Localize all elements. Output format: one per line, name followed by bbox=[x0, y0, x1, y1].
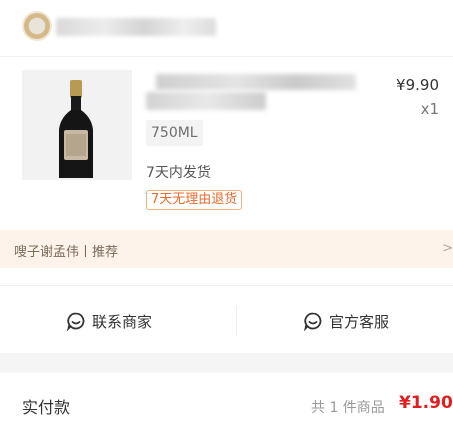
chevron-right-icon: > bbox=[442, 241, 453, 256]
chat-bubble-icon bbox=[304, 312, 322, 331]
product-title-line bbox=[146, 92, 266, 110]
divider bbox=[0, 285, 453, 286]
section-gap bbox=[0, 353, 453, 373]
spacer bbox=[0, 268, 453, 286]
item-count: 共 1 件商品 bbox=[311, 400, 385, 416]
product-title-blurred[interactable] bbox=[146, 70, 358, 112]
contact-row: 联系商家 官方客服 bbox=[0, 290, 453, 352]
chat-bubble-icon bbox=[67, 312, 85, 331]
official-service-button[interactable]: 官方客服 bbox=[303, 304, 389, 338]
payment-label: 实付款 bbox=[22, 398, 71, 417]
recommend-text: 嗖子谢孟伟丨推荐 bbox=[14, 245, 119, 260]
payment-row: 实付款 共 1 件商品 ¥1.90 bbox=[0, 373, 453, 435]
product-image[interactable] bbox=[22, 70, 132, 180]
contact-merchant-button[interactable]: 联系商家 bbox=[66, 304, 152, 338]
divider bbox=[0, 56, 453, 57]
product-title-line bbox=[156, 74, 356, 90]
return-policy-badge: 7天无理由退货 bbox=[146, 190, 243, 210]
product-quantity: x1 bbox=[420, 100, 439, 118]
wine-bottle-icon bbox=[22, 70, 132, 180]
product-spec-tag: 750ML bbox=[146, 120, 203, 146]
store-avatar-icon[interactable] bbox=[22, 11, 52, 41]
store-header[interactable] bbox=[0, 0, 453, 56]
product-price: ¥9.90 bbox=[396, 76, 439, 94]
recommend-bar[interactable]: 嗖子谢孟伟丨推荐 > bbox=[0, 230, 453, 268]
payment-amount: ¥1.90 bbox=[399, 393, 453, 413]
official-service-label: 官方客服 bbox=[329, 312, 390, 331]
store-name-blurred[interactable] bbox=[56, 18, 216, 36]
shipping-text: 7天内发货 bbox=[146, 165, 211, 181]
divider bbox=[236, 306, 237, 336]
contact-merchant-label: 联系商家 bbox=[92, 312, 153, 331]
